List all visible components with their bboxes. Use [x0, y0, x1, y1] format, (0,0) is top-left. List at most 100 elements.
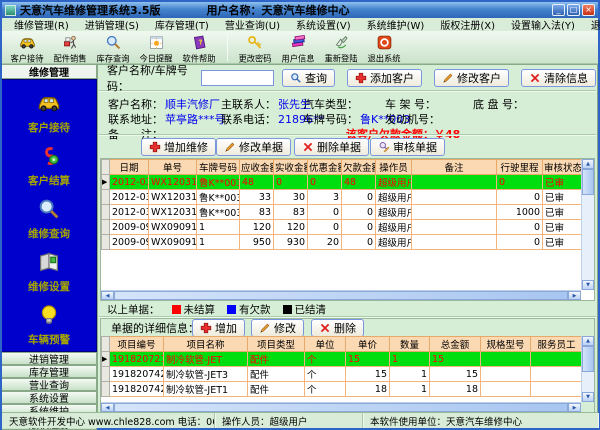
column-header[interactable]: 项目类型 [248, 337, 305, 352]
table-cell: 配件 [248, 367, 305, 382]
orders-horizontal-scrollbar[interactable]: ◀ ▶ [101, 290, 581, 300]
table-row[interactable]: 191820742K制冷软管-JET1配件个18118 [102, 382, 582, 397]
table-cell: 83 [240, 205, 274, 220]
table-row[interactable]: 2009-09-17WX0909170005112012000超级用户0已审 [102, 220, 583, 235]
column-header[interactable]: 欠款金额 [342, 160, 376, 175]
column-header[interactable]: 单价 [346, 337, 390, 352]
scrollbar-thumb[interactable] [582, 169, 594, 195]
toolbar-button-6[interactable]: 用户信息 [277, 32, 320, 65]
toolbar-button-0[interactable]: 客户接待 [6, 32, 49, 65]
toolbar-separator [227, 33, 228, 61]
order-action-1[interactable]: 修改单据 [216, 138, 291, 156]
scroll-right-icon[interactable]: ▶ [568, 403, 581, 412]
query-button-0[interactable]: 查询 [282, 69, 335, 87]
scroll-left-icon[interactable]: ◀ [101, 403, 114, 412]
menu-item-5[interactable]: 系统维护(W) [359, 17, 433, 32]
table-cell [531, 352, 582, 367]
sidebar-item-2[interactable]: 维修查询 [28, 192, 70, 245]
search-input[interactable] [201, 70, 274, 86]
column-header[interactable]: 总金额 [430, 337, 481, 352]
menu-item-3[interactable]: 营业查询(U) [217, 17, 288, 32]
toolbar-button-1[interactable]: 配件销售 [49, 32, 92, 65]
restore-button[interactable]: □ [567, 4, 580, 16]
scroll-right-icon[interactable]: ▶ [568, 291, 581, 300]
menu-item-2[interactable]: 库存管理(T) [147, 17, 217, 32]
relogin-icon [333, 34, 350, 51]
detail-vertical-scrollbar[interactable]: ▲ ▼ [581, 336, 594, 402]
column-header[interactable]: 日期 [110, 160, 149, 175]
table-cell: 83 [274, 205, 308, 220]
menu-item-8[interactable]: 退出系统(Z) [583, 17, 600, 32]
query-button-1[interactable]: 添加客户 [347, 69, 422, 87]
sidebar-item-1[interactable]: 客户结算 [28, 139, 70, 192]
orders-vertical-scrollbar[interactable]: ▲ ▼ [581, 159, 594, 290]
column-header[interactable]: 优惠金额 [308, 160, 342, 175]
detail-horizontal-scrollbar[interactable]: ◀ ▶ [101, 402, 581, 412]
toolbar-button-5[interactable]: 更改密码 [234, 32, 277, 65]
column-header[interactable]: 数量 [390, 337, 430, 352]
column-header[interactable]: 审核状态 [543, 160, 583, 175]
order-action-2[interactable]: 删除单据 [294, 138, 369, 156]
detail-block: 单据的详细信息： 增加修改删除 项目编号项目名称项目类型单位单价数量总金额规格型… [100, 318, 595, 413]
sidebar-tab-active[interactable]: 维修管理 [2, 64, 97, 79]
table-row[interactable]: 191820742C制冷软管-JET3配件个15115 [102, 367, 582, 382]
column-header[interactable]: 单位 [305, 337, 346, 352]
column-header[interactable]: 单号 [149, 160, 197, 175]
close-button[interactable]: × [582, 4, 595, 16]
scroll-left-icon[interactable]: ◀ [101, 291, 114, 300]
table-cell: 1 [390, 367, 430, 382]
column-header[interactable]: 备注 [412, 160, 497, 175]
order-action-3[interactable]: 审核单据 [370, 138, 445, 156]
scroll-down-icon[interactable]: ▼ [582, 392, 594, 402]
minimize-button[interactable]: _ [552, 4, 565, 16]
toolbar-button-4[interactable]: ?软件帮助 [178, 32, 221, 65]
query-button-2[interactable]: 修改客户 [434, 69, 509, 87]
field-label: 联系电话： [221, 113, 276, 126]
sidebar-item-4[interactable]: 车辆预警 [28, 298, 70, 351]
scroll-up-icon[interactable]: ▲ [582, 159, 594, 169]
window-controls: _ □ × [552, 4, 595, 16]
column-header[interactable]: 行驶里程 [497, 160, 543, 175]
sidebar-item-0[interactable]: 客户接待 [28, 86, 70, 139]
column-header[interactable]: 服务员工 [531, 337, 582, 352]
detail-action-1[interactable]: 修改 [251, 319, 304, 337]
column-header[interactable]: 项目名称 [164, 337, 248, 352]
column-header[interactable]: 实收金额 [274, 160, 308, 175]
toolbar-button-2[interactable]: 库存查询 [92, 32, 135, 65]
query-button-3[interactable]: 清除信息 [521, 69, 596, 87]
menu-item-6[interactable]: 版权注册(X) [432, 17, 503, 32]
customer-field: 车 架 号： [385, 96, 438, 112]
sidebar-item-3[interactable]: 维修设置 [28, 245, 70, 298]
detail-action-2[interactable]: 删除 [311, 319, 364, 337]
table-cell: 120 [274, 220, 308, 235]
column-header[interactable]: 规格型号 [481, 337, 531, 352]
column-header[interactable]: 车牌号码 [197, 160, 240, 175]
table-row[interactable]: 2012-03-19WX1203190001鲁K**003838300超级用户1… [102, 205, 583, 220]
toolbar-button-3[interactable]: 今日提醒 [135, 32, 178, 65]
scrollbar-thumb[interactable] [582, 346, 594, 372]
table-row[interactable]: ▶191820721制冷软管-JET配件个15115 [102, 352, 582, 367]
customer-info: 客户名称：顺丰汽修厂主联系人：张先生汽车类型：车 架 号：底 盘 号：联系地址：… [98, 92, 597, 134]
column-header[interactable]: 操作员 [376, 160, 412, 175]
menu-item-1[interactable]: 进销管理(S) [77, 17, 147, 32]
field-label: 车牌号码： [303, 113, 358, 126]
detail-table-wrap: 项目编号项目名称项目类型单位单价数量总金额规格型号服务员工▶191820721制… [101, 336, 581, 402]
table-cell: 已审 [543, 205, 583, 220]
menu-item-0[interactable]: 维修管理(R) [6, 17, 77, 32]
toolbar-button-7[interactable]: 重新登陆 [320, 32, 363, 65]
menu-item-4[interactable]: 系统设置(V) [288, 17, 359, 32]
table-row[interactable]: 2012-03-19WX1203190002鲁K**003333030超级用户0… [102, 190, 583, 205]
order-action-0[interactable]: 增加维修 [141, 138, 216, 156]
column-header[interactable]: 项目编号 [110, 337, 164, 352]
toolbar-button-8[interactable]: 退出系统 [363, 32, 406, 65]
query-bar: 客户名称/车牌号码： 查询添加客户修改客户清除信息 [99, 66, 596, 91]
scrollbar-thumb[interactable] [114, 403, 568, 412]
scroll-up-icon[interactable]: ▲ [582, 336, 594, 346]
scroll-down-icon[interactable]: ▼ [582, 280, 594, 290]
table-row[interactable]: 2009-09-17WX09091700041950930200超级用户0已审 [102, 235, 583, 250]
scrollbar-thumb[interactable] [114, 291, 568, 300]
column-header[interactable]: 应收金额 [240, 160, 274, 175]
detail-action-0[interactable]: 增加 [192, 319, 245, 337]
table-row[interactable]: ▶2012-03-19WX1203190003鲁K**003480048超级用户… [102, 175, 583, 190]
menu-item-7[interactable]: 设置输入法(Y) [503, 17, 583, 32]
